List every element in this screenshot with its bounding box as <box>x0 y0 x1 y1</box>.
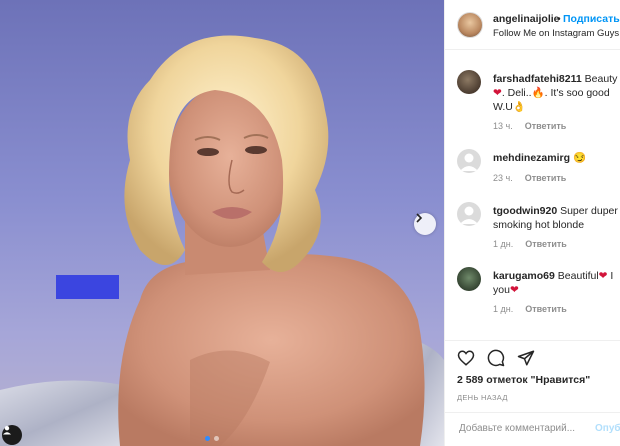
comment-text: farshadfatehi8211 Beauty lo ❤. Deli..🔥. … <box>493 72 620 114</box>
post-side-panel: angelinaijolie • Подписаться Follow Me o… <box>444 0 620 446</box>
commenter-username[interactable]: karugamo69 <box>493 270 555 282</box>
comments-list: farshadfatehi8211 Beauty lo ❤. Deli..🔥. … <box>445 50 620 340</box>
likes-count[interactable]: 2 589 отметок "Нравится" <box>457 374 590 386</box>
comment-body: I <box>610 270 614 282</box>
commenter-avatar[interactable] <box>457 267 481 291</box>
comment-meta: 13 ч. Ответить <box>493 121 566 131</box>
comment-body: . Deli.. <box>501 87 532 99</box>
comment-time: 1 дн. <box>493 239 514 249</box>
commenter-avatar[interactable] <box>457 202 481 226</box>
follow-button[interactable]: Подписаться <box>563 13 620 25</box>
comment-body: W.U <box>493 101 513 113</box>
commenter-username[interactable]: mehdinezamirg <box>493 152 570 164</box>
smirk-emoji-icon: 😏 <box>572 152 587 164</box>
post-comment-button[interactable]: Опубликовать <box>595 423 620 434</box>
comment-bubble-icon[interactable] <box>487 349 505 367</box>
comment-body: smoking hot blonde <box>493 219 585 231</box>
post-actions-bar <box>445 340 620 372</box>
reply-button[interactable]: Ответить <box>525 121 567 131</box>
reply-button[interactable]: Ответить <box>525 239 567 249</box>
comment-time: 1 дн. <box>493 304 514 314</box>
comment-text: tgoodwin920 Super duper smoking hot blon… <box>493 204 620 232</box>
comment-body: Beautiful <box>557 270 599 282</box>
separator-dot: • <box>557 13 561 25</box>
comment-input[interactable] <box>457 422 591 435</box>
like-heart-icon[interactable] <box>457 349 475 367</box>
commenter-username[interactable]: farshadfatehi8211 <box>493 73 582 85</box>
share-paper-plane-icon[interactable] <box>517 349 535 367</box>
comment-time: 23 ч. <box>493 173 513 183</box>
clap-emoji-icon: 👌 <box>512 101 526 113</box>
carousel-indicator <box>205 436 219 441</box>
default-avatar-icon <box>460 153 478 171</box>
censor-box <box>56 275 119 299</box>
tagged-users-button[interactable] <box>2 425 22 445</box>
photo-illustration <box>0 35 444 446</box>
post-photo[interactable] <box>0 0 444 446</box>
user-icon <box>3 426 11 435</box>
add-comment-bar: Опубликовать <box>445 412 620 446</box>
commenter-avatar[interactable] <box>457 149 481 173</box>
comment-meta: 23 ч. Ответить <box>493 173 566 183</box>
carousel-next-button[interactable] <box>414 213 436 235</box>
carousel-dot-2 <box>214 436 219 441</box>
author-avatar[interactable] <box>457 12 483 38</box>
author-username[interactable]: angelinaijolie <box>493 13 560 25</box>
comment-meta: 1 дн. Ответить <box>493 239 567 249</box>
fire-emoji-icon: 🔥 <box>531 87 545 99</box>
post-header: angelinaijolie • Подписаться Follow Me o… <box>445 0 620 50</box>
chevron-right-icon <box>416 213 423 223</box>
comment-body: . It's soo good <box>544 87 610 99</box>
default-avatar-icon <box>460 206 478 224</box>
commenter-avatar[interactable] <box>457 70 481 94</box>
commenter-username[interactable]: tgoodwin920 <box>493 205 557 217</box>
comment-body: you <box>493 284 510 296</box>
comment-meta: 1 дн. Ответить <box>493 304 567 314</box>
comment-body: Super duper <box>560 205 618 217</box>
post-timestamp: ДЕНЬ НАЗАД <box>457 393 508 402</box>
reply-button[interactable]: Ответить <box>525 173 567 183</box>
heart-emoji-icon: ❤ <box>493 87 502 99</box>
heart-emoji-icon: ❤ <box>598 270 608 282</box>
carousel-dot-1 <box>205 436 210 441</box>
comment-time: 13 ч. <box>493 121 513 131</box>
comment-text: mehdinezamirg 😏 <box>493 151 620 165</box>
post-caption: Follow Me on Instagram Guys <box>493 28 620 39</box>
comment-text: karugamo69 Beautiful❤ I you❤ <box>493 269 620 297</box>
heart-emoji-icon: ❤ <box>509 284 519 296</box>
comment-body: Beauty lo <box>584 73 620 85</box>
reply-button[interactable]: Ответить <box>525 304 567 314</box>
